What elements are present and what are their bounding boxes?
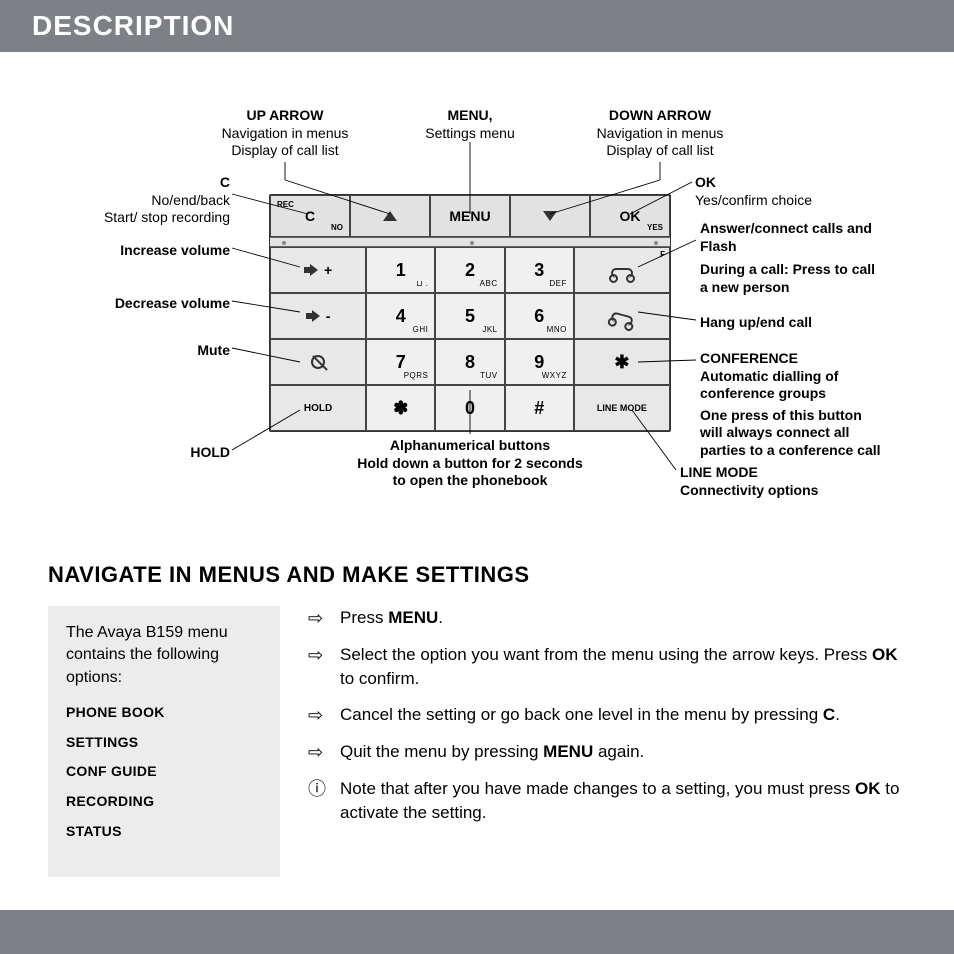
key-9[interactable]: 9WXYZ	[505, 339, 574, 385]
section-navigate: NAVIGATE IN MENUS AND MAKE SETTINGS The …	[0, 522, 954, 877]
key-hold[interactable]: HOLD	[270, 385, 366, 431]
key-menu[interactable]: MENU	[430, 195, 510, 237]
header-bar: DESCRIPTION	[0, 0, 954, 52]
instruction-step: ⇨ Quit the menu by pressing MENU again.	[308, 740, 906, 765]
key-5[interactable]: 5JKL	[435, 293, 504, 339]
menu-option: PHONE BOOK	[66, 703, 262, 723]
key-8[interactable]: 8TUV	[435, 339, 504, 385]
key-1[interactable]: 1⊔ .	[366, 247, 435, 293]
step-text: Press MENU.	[340, 606, 906, 631]
step-icon: ⇨	[308, 740, 328, 765]
key-hangup[interactable]	[574, 293, 670, 339]
callout-c: C No/end/back Start/ stop recording	[60, 174, 230, 227]
callout-answer: Answer/connect calls and Flash During a …	[700, 220, 900, 296]
instruction-step: ⇨ Press MENU.	[308, 606, 906, 631]
callout-menu: MENU, Settings menu	[400, 107, 540, 142]
menu-option: STATUS	[66, 822, 262, 842]
conference-icon: ✱	[614, 352, 629, 373]
callout-linemode: LINE MODE Connectivity options	[680, 464, 880, 499]
instruction-step: ⇨Select the option you want from the men…	[308, 643, 906, 691]
key-star[interactable]: ✽	[366, 385, 435, 431]
key-mute[interactable]	[270, 339, 366, 385]
up-arrow-icon	[383, 211, 397, 221]
key-3[interactable]: 3DEF	[505, 247, 574, 293]
callout-up-arrow: UP ARROW Navigation in menus Display of …	[210, 107, 360, 160]
menu-option: RECORDING	[66, 792, 262, 812]
speaker-icon	[306, 311, 324, 321]
key-4[interactable]: 4GHI	[366, 293, 435, 339]
handset-hangup-icon	[610, 311, 634, 326]
key-c[interactable]: REC C NO	[270, 195, 350, 237]
step-text: Quit the menu by pressing MENU again.	[340, 740, 906, 765]
sidebar-intro: The Avaya B159 menu contains the followi…	[66, 622, 262, 689]
mute-icon	[311, 355, 325, 369]
callout-mute: Mute	[150, 342, 230, 360]
handset-icon	[611, 268, 633, 278]
key-6[interactable]: 6MNO	[505, 293, 574, 339]
key-down[interactable]	[510, 195, 590, 237]
step-text: Cancel the setting or go back one level …	[340, 703, 906, 728]
step-icon: ⇨	[308, 606, 328, 631]
key-vol-down[interactable]: -	[270, 293, 366, 339]
menu-options-sidebar: The Avaya B159 menu contains the followi…	[48, 606, 280, 877]
key-vol-up[interactable]: +	[270, 247, 366, 293]
keypad: REC C NO MENU OK YES + 1⊔ . 2ABC 3DEF F	[269, 194, 671, 432]
key-7[interactable]: 7PQRS	[366, 339, 435, 385]
step-icon: ⇨	[308, 643, 328, 691]
menu-option: CONF GUIDE	[66, 762, 262, 782]
key-linemode[interactable]: LINE MODE	[574, 385, 670, 431]
label: UP ARROW	[247, 107, 324, 123]
key-2[interactable]: 2ABC	[435, 247, 504, 293]
callout-ok: OK Yes/confirm choice	[695, 174, 895, 209]
key-conference[interactable]: ✱	[574, 339, 670, 385]
key-answer[interactable]: F	[574, 247, 670, 293]
step-text: Note that after you have made changes to…	[340, 777, 906, 825]
instruction-step: ⓘNote that after you have made changes t…	[308, 777, 906, 825]
callout-vol-up: Increase volume	[90, 242, 230, 260]
key-ok[interactable]: OK YES	[590, 195, 670, 237]
callout-vol-down: Decrease volume	[90, 295, 230, 313]
instructions: ⇨Press MENU.⇨Select the option you want …	[280, 606, 906, 877]
step-icon: ⇨	[308, 703, 328, 728]
menu-option: SETTINGS	[66, 733, 262, 753]
callout-down-arrow: DOWN ARROW Navigation in menus Display o…	[580, 107, 740, 160]
step-text: Select the option you want from the menu…	[340, 643, 906, 691]
key-hash[interactable]: #	[505, 385, 574, 431]
speaker-icon	[304, 265, 322, 275]
callout-alpha: Alphanumerical buttons Hold down a butto…	[345, 437, 595, 490]
instruction-step: ⇨ Cancel the setting or go back one level…	[308, 703, 906, 728]
key-0[interactable]: 0	[435, 385, 504, 431]
step-icon: ⓘ	[308, 777, 328, 825]
callout-hangup: Hang up/end call	[700, 314, 900, 332]
keypad-diagram: UP ARROW Navigation in menus Display of …	[0, 52, 954, 522]
callout-hold: HOLD	[150, 444, 230, 462]
footer-bar	[0, 910, 954, 954]
key-up[interactable]	[350, 195, 430, 237]
section-heading: NAVIGATE IN MENUS AND MAKE SETTINGS	[48, 562, 906, 588]
callout-conference: CONFERENCE Automatic dialling of confere…	[700, 350, 910, 459]
down-arrow-icon	[543, 211, 557, 221]
page-title: DESCRIPTION	[32, 10, 234, 42]
